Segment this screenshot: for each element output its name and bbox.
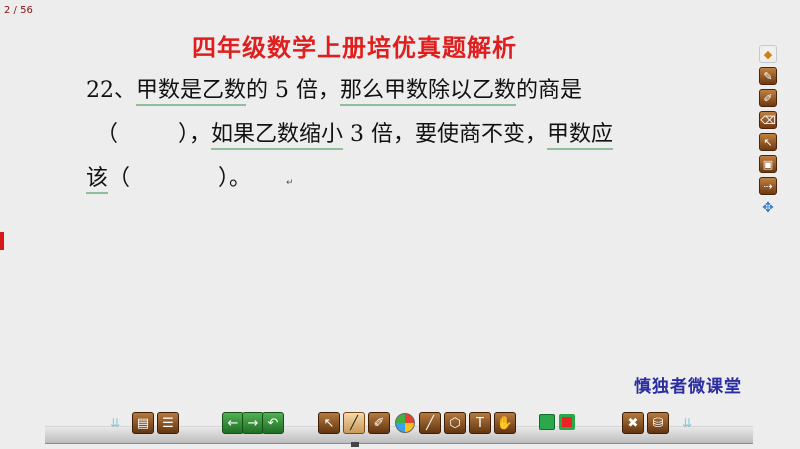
- question-number: 22、: [86, 78, 136, 103]
- eraser-icon[interactable]: ⌫: [759, 111, 777, 129]
- windows-start-icon[interactable]: [395, 413, 415, 433]
- next-page-icon[interactable]: →: [242, 412, 264, 434]
- move-icon[interactable]: ✥: [759, 199, 777, 217]
- select-icon[interactable]: ↖: [318, 412, 340, 434]
- underlined-phrase: 甲数是乙数: [136, 78, 247, 106]
- page-list-icon[interactable]: ▤: [132, 412, 154, 434]
- pointer-icon[interactable]: ↖: [759, 133, 777, 151]
- bracket-close: ），: [178, 122, 212, 147]
- pen-tool-icon[interactable]: ╱: [343, 412, 365, 434]
- bracket-open: （: [96, 122, 119, 147]
- question-line-1: 22、甲数是乙数的 5 倍，那么甲数除以乙数的商是: [86, 72, 583, 106]
- collapse-right-icon[interactable]: ⇊: [682, 416, 692, 430]
- active-tool-marker: [351, 442, 359, 447]
- page-counter: 2 / 56: [4, 5, 33, 16]
- eraser-tool-icon[interactable]: ✐: [368, 412, 390, 434]
- hand-tool-icon[interactable]: ✋: [494, 412, 516, 434]
- screen-capture-icon[interactable]: ▣: [759, 155, 777, 173]
- underlined-phrase: 该: [86, 166, 109, 194]
- prev-page-icon[interactable]: ←: [222, 412, 244, 434]
- pen-icon[interactable]: ✎: [759, 67, 777, 85]
- pen-cursor-icon: ↵: [286, 178, 294, 188]
- page-title: 四年级数学上册培优真题解析: [192, 34, 517, 62]
- pen-settings-icon[interactable]: ✐: [759, 89, 777, 107]
- text-tool-icon[interactable]: T: [469, 412, 491, 434]
- laser-icon[interactable]: ⇢: [759, 177, 777, 195]
- question-line-2: （ ），如果乙数缩小 3 倍，要使商不变，甲数应: [96, 116, 614, 150]
- shape-tool-icon[interactable]: ⬡: [444, 412, 466, 434]
- bottom-toolbar: ⇊ ▤ ☰ ← → ↶ ↖ ╱ ✐ ╱ ⬡ T ✋ ✖ ⛁ ⇊: [0, 410, 800, 438]
- question-text: 的 5 倍，: [246, 78, 340, 103]
- underlined-phrase: 那么甲数除以乙数: [340, 78, 517, 106]
- question-text: 的商是: [516, 78, 583, 103]
- windows-logo-icon[interactable]: ◆: [759, 45, 777, 63]
- bracket-close: ）。: [218, 166, 252, 191]
- line-tool-icon[interactable]: ╱: [419, 412, 441, 434]
- question-text: 3 倍，要使商不变，: [343, 122, 548, 147]
- collapse-left-icon[interactable]: ⇊: [110, 416, 120, 430]
- layers-icon[interactable]: ⛁: [647, 412, 669, 434]
- underlined-phrase: 如果乙数缩小: [211, 122, 344, 150]
- color-green-swatch[interactable]: [539, 414, 555, 430]
- bracket-open: （: [108, 166, 131, 191]
- side-indicator: [0, 232, 4, 250]
- brand-watermark: 慎独者微课堂: [634, 377, 742, 397]
- whiteboard-canvas[interactable]: 2 / 56 四年级数学上册培优真题解析 22、甲数是乙数的 5 倍，那么甲数除…: [0, 0, 800, 449]
- underlined-phrase: 甲数应: [547, 122, 614, 150]
- question-line-3: 该（ ）。: [86, 160, 252, 194]
- color-red-swatch[interactable]: [559, 414, 575, 430]
- tools-icon[interactable]: ✖: [622, 412, 644, 434]
- side-toolbar: ◆ ✎ ✐ ⌫ ↖ ▣ ⇢ ✥: [757, 45, 779, 221]
- menu-icon[interactable]: ☰: [157, 412, 179, 434]
- undo-icon[interactable]: ↶: [262, 412, 284, 434]
